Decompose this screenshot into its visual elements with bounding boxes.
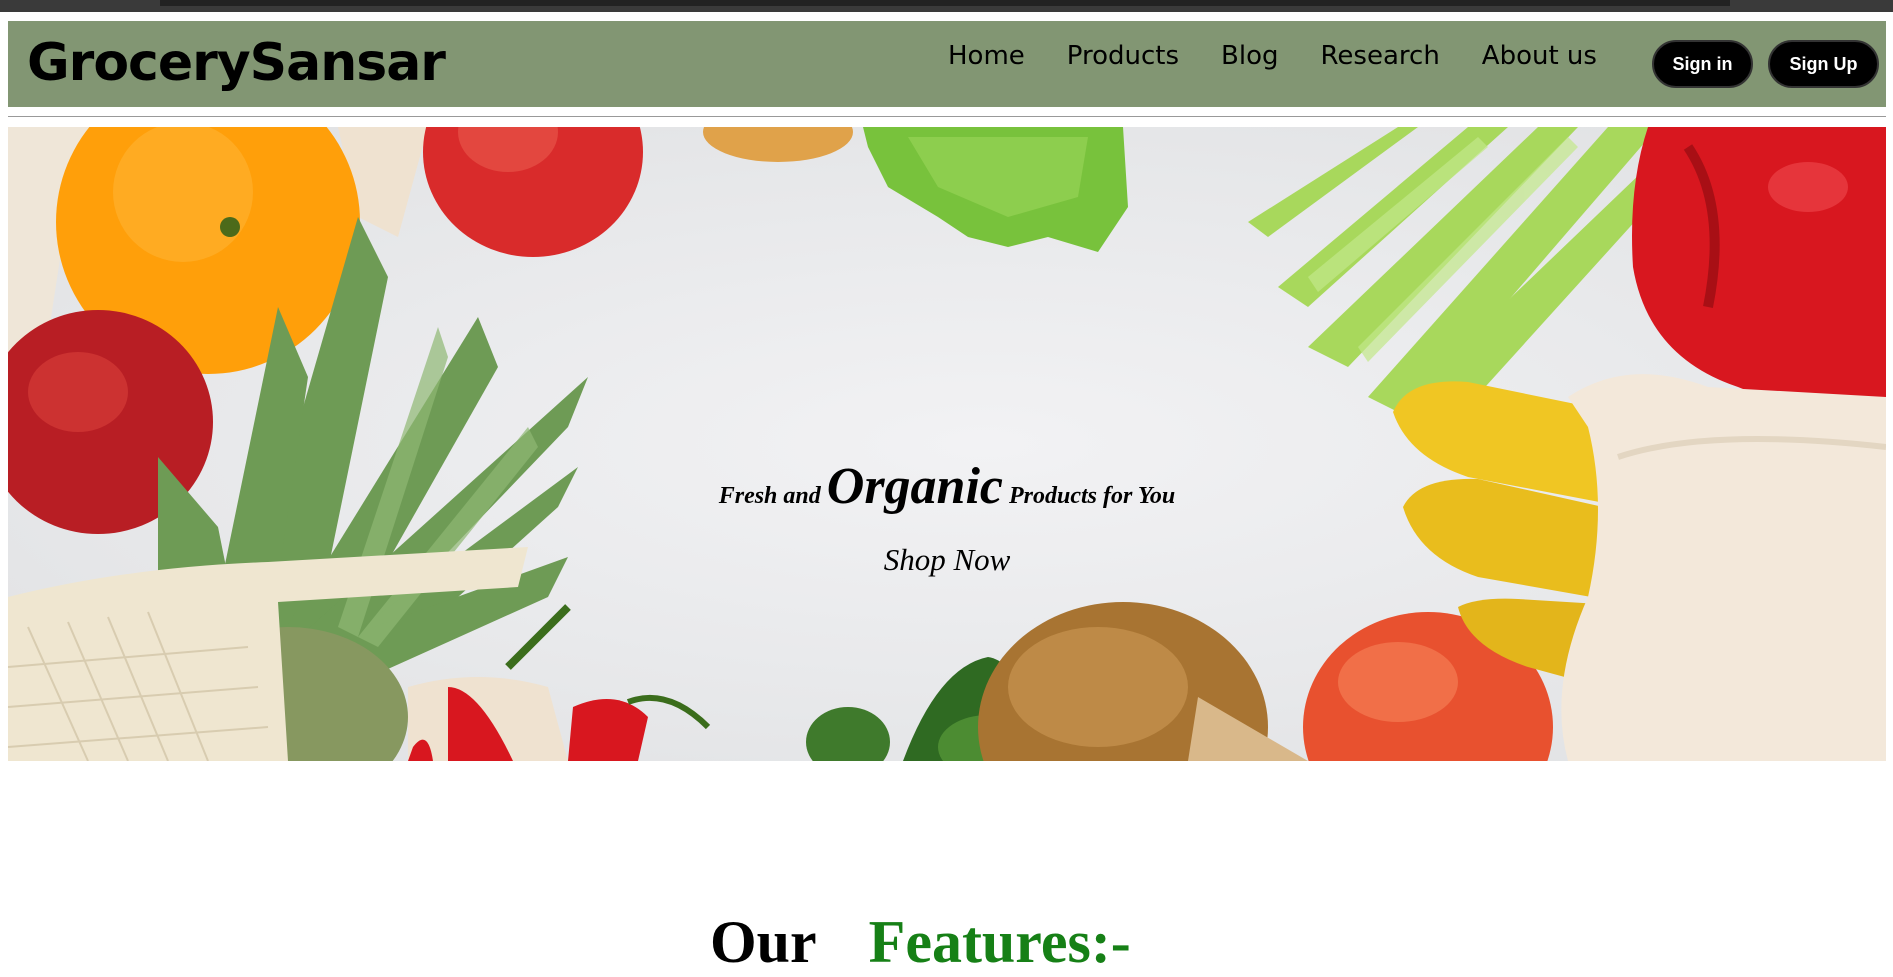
nav-links: Home Products Blog Research About us — [948, 41, 1639, 71]
navbar: GrocerySansar Home Products Blog Researc… — [8, 21, 1886, 107]
hero-produce-illustration — [8, 127, 1886, 761]
header-divider — [8, 116, 1886, 117]
sign-in-button[interactable]: Sign in — [1652, 40, 1753, 88]
nav-research[interactable]: Research — [1321, 41, 1440, 71]
tagline-part-2: Products for You — [1003, 483, 1176, 509]
nav-about-us[interactable]: About us — [1482, 41, 1597, 71]
nav-home[interactable]: Home — [948, 41, 1025, 71]
hero-banner: Fresh and Organic Products for You Shop … — [8, 127, 1886, 761]
browser-top-strip — [0, 0, 1893, 12]
hero-tagline: Fresh and Organic Products for You — [8, 457, 1886, 516]
features-heading: Our Features:- — [710, 908, 1131, 977]
sign-up-button[interactable]: Sign Up — [1768, 40, 1879, 88]
shop-now-link[interactable]: Shop Now — [8, 542, 1886, 578]
nav-products[interactable]: Products — [1067, 41, 1179, 71]
tagline-part-1: Fresh and — [718, 483, 827, 509]
features-heading-word-2: Features:- — [868, 908, 1131, 975]
tagline-emphasis: Organic — [826, 458, 1004, 515]
features-heading-word-1: Our — [710, 908, 817, 975]
site-logo[interactable]: GrocerySansar — [27, 33, 446, 93]
nav-blog[interactable]: Blog — [1221, 41, 1278, 71]
browser-tab-bar — [160, 0, 1730, 6]
